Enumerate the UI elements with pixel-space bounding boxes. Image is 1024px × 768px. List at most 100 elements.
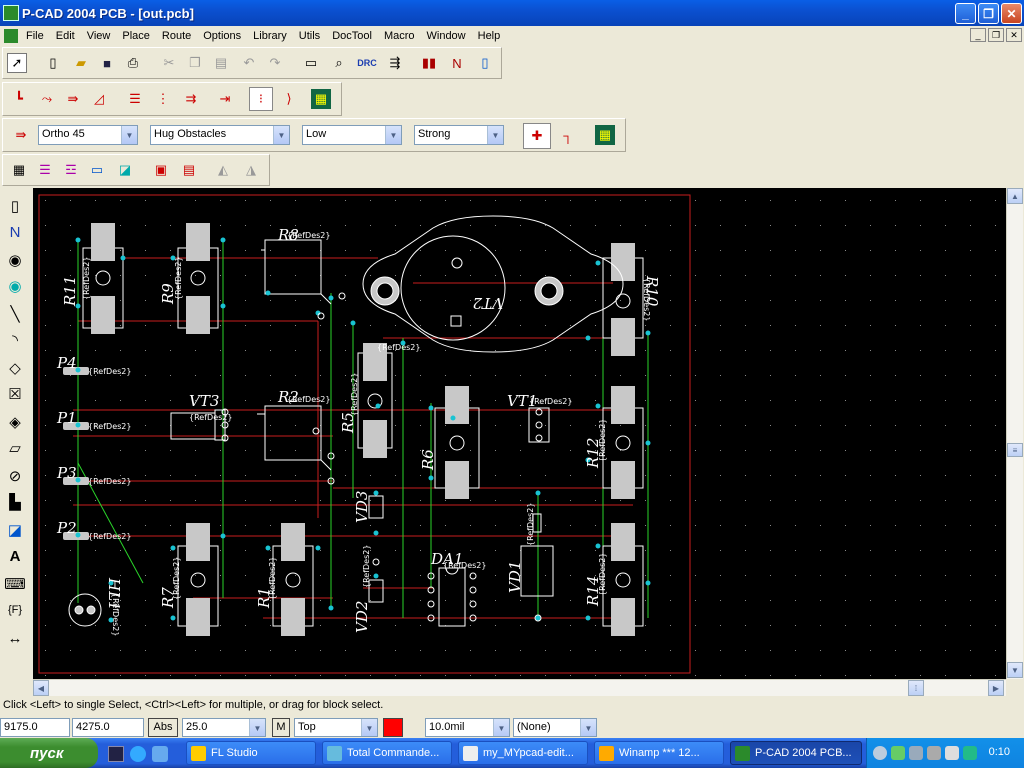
menu-edit[interactable]: Edit xyxy=(50,30,81,42)
chevron-down-icon[interactable]: ▼ xyxy=(493,719,509,736)
tray-app-icon[interactable] xyxy=(927,746,941,760)
maximize-button[interactable]: ❐ xyxy=(978,3,999,24)
net-combo[interactable]: (None) ▼ xyxy=(513,718,597,737)
chevron-down-icon[interactable]: ▼ xyxy=(249,719,265,736)
grid-combo[interactable]: 25.0 ▼ xyxy=(182,718,266,737)
measure-icon[interactable]: ▭ xyxy=(301,53,321,73)
fanout-icon[interactable]: ⋮ xyxy=(153,89,173,109)
cutout-icon[interactable]: ⊘ xyxy=(5,466,25,486)
horizontal-scrollbar[interactable]: ◀ ⁞ ▶ xyxy=(33,679,1006,696)
tray-safely-remove-icon[interactable] xyxy=(963,746,977,760)
tray-collapse-icon[interactable] xyxy=(873,746,887,760)
scroll-thumb-vertical[interactable]: ≡ xyxy=(1007,443,1023,457)
point-icon[interactable]: ◪ xyxy=(5,520,25,540)
chevron-down-icon[interactable]: ▼ xyxy=(385,126,401,144)
menu-macro[interactable]: Macro xyxy=(378,30,421,42)
table-icon[interactable]: ▦ xyxy=(9,160,29,180)
layer-combo[interactable]: Top ▼ xyxy=(294,718,378,737)
dimension-icon[interactable]: ▙ xyxy=(5,492,25,512)
mdi-close-button[interactable]: ✕ xyxy=(1006,28,1022,42)
autoroute-icon[interactable]: ▦ xyxy=(311,89,331,109)
swap-icon[interactable]: N xyxy=(447,53,467,73)
paste-icon[interactable]: ▤ xyxy=(211,53,231,73)
tray-volume-icon[interactable] xyxy=(945,746,959,760)
app-icon[interactable] xyxy=(3,5,19,21)
redo-icon[interactable]: ↷ xyxy=(265,53,285,73)
minimize-button[interactable]: _ xyxy=(955,3,976,24)
plane-icon[interactable]: ▱ xyxy=(5,438,25,458)
chevron-down-icon[interactable]: ▼ xyxy=(580,719,596,736)
push-trace-icon[interactable]: ⇉ xyxy=(181,89,201,109)
line-icon[interactable]: ╲ xyxy=(5,304,25,324)
mdi-minimize-button[interactable]: _ xyxy=(970,28,986,42)
chevron-down-icon[interactable]: ▼ xyxy=(361,719,377,736)
drc-icon[interactable]: DRC xyxy=(357,53,377,73)
display-icon[interactable]: ▭ xyxy=(87,160,107,180)
keepout-icon[interactable]: ☒ xyxy=(5,384,25,404)
scroll-thumb-horizontal[interactable]: ⁞ xyxy=(908,680,924,696)
menu-route[interactable]: Route xyxy=(156,30,197,42)
vertical-scrollbar[interactable]: ▲ ≡ ▼ xyxy=(1006,188,1023,679)
effort-combo[interactable]: Low ▼ xyxy=(302,125,402,145)
menu-view[interactable]: View xyxy=(81,30,117,42)
menu-doctool[interactable]: DocTool xyxy=(326,30,378,42)
obstacle-mode-combo[interactable]: Hug Obstacles ▼ xyxy=(150,125,290,145)
line-width-combo[interactable]: 10.0mil ▼ xyxy=(425,718,510,737)
undo-icon[interactable]: ↶ xyxy=(239,53,259,73)
connection-icon[interactable]: Ν xyxy=(5,222,25,242)
flip-icon[interactable]: ◮ xyxy=(241,160,261,180)
pattern-icon[interactable]: ▤ xyxy=(179,160,199,180)
menu-place[interactable]: Place xyxy=(116,30,156,42)
scroll-right-icon[interactable]: ▶ xyxy=(988,680,1004,696)
zoom-icon[interactable]: ⌕ xyxy=(329,53,349,73)
mirror-icon[interactable]: ◭ xyxy=(213,160,233,180)
bus-route-icon[interactable]: ☰ xyxy=(125,89,145,109)
quicklaunch-save-icon[interactable] xyxy=(108,746,124,762)
mdi-restore-button[interactable]: ❐ xyxy=(988,28,1004,42)
scroll-left-icon[interactable]: ◀ xyxy=(33,680,49,696)
menu-file[interactable]: File xyxy=(20,30,50,42)
cut-icon[interactable]: ✂ xyxy=(159,53,179,73)
layer-stack-icon[interactable]: ☲ xyxy=(61,160,81,180)
layers-icon[interactable]: ☰ xyxy=(35,160,55,180)
select-arrow-icon[interactable]: ➚ xyxy=(7,53,27,73)
miter-icon[interactable]: ◿ xyxy=(89,89,109,109)
strength-combo[interactable]: Strong ▼ xyxy=(414,125,504,145)
task-winamp[interactable]: Winamp *** 12... xyxy=(594,741,724,765)
fill-icon[interactable]: ◈ xyxy=(5,412,25,432)
route-select-icon[interactable]: ⁝ xyxy=(249,87,273,111)
measure-dimension-icon[interactable]: ↔ xyxy=(5,628,25,648)
component-place-icon[interactable]: ▯ xyxy=(5,196,25,216)
scroll-down-icon[interactable]: ▼ xyxy=(1007,662,1023,678)
menu-window[interactable]: Window xyxy=(421,30,472,42)
scroll-up-icon[interactable]: ▲ xyxy=(1007,188,1023,204)
field-icon[interactable]: {F} xyxy=(5,600,25,620)
copper-pour-icon[interactable]: ◪ xyxy=(115,160,135,180)
arc-icon[interactable]: ◝ xyxy=(5,330,25,350)
quicklaunch-browser-icon[interactable] xyxy=(152,746,168,762)
highlight-icon[interactable]: ▯ xyxy=(475,53,495,73)
bus-fanout-icon[interactable]: ⇥ xyxy=(215,89,235,109)
menu-utils[interactable]: Utils xyxy=(293,30,326,42)
new-file-icon[interactable]: ▯ xyxy=(43,53,63,73)
multi-trace-icon[interactable]: ⇛ xyxy=(63,89,83,109)
route-mode-combo[interactable]: Ortho 45 ▼ xyxy=(38,125,138,145)
corner-icon[interactable]: ┐ xyxy=(558,125,578,145)
tune-icon[interactable]: ⟩ xyxy=(279,89,299,109)
menu-library[interactable]: Library xyxy=(247,30,293,42)
task-pcad-pcb[interactable]: P-CAD 2004 PCB... xyxy=(730,741,862,765)
task-fl-studio[interactable]: FL Studio xyxy=(186,741,316,765)
document-icon[interactable] xyxy=(4,28,18,43)
tray-display-icon[interactable] xyxy=(909,746,923,760)
text-icon[interactable]: A xyxy=(5,546,25,566)
pad-icon[interactable]: ◉ xyxy=(5,250,25,270)
component-icon[interactable]: ▣ xyxy=(151,160,171,180)
show-loops-icon[interactable]: ✚ xyxy=(523,123,551,149)
chevron-down-icon[interactable]: ▼ xyxy=(487,126,503,144)
layer-color-swatch[interactable] xyxy=(383,718,403,737)
route-options-icon[interactable]: ▦ xyxy=(595,125,615,145)
menu-options[interactable]: Options xyxy=(197,30,247,42)
route-mode-icon[interactable]: ⇛ xyxy=(11,125,31,145)
attribute-icon[interactable]: ⌨ xyxy=(4,574,26,594)
interactive-route-icon[interactable]: ⤳ xyxy=(37,89,57,109)
